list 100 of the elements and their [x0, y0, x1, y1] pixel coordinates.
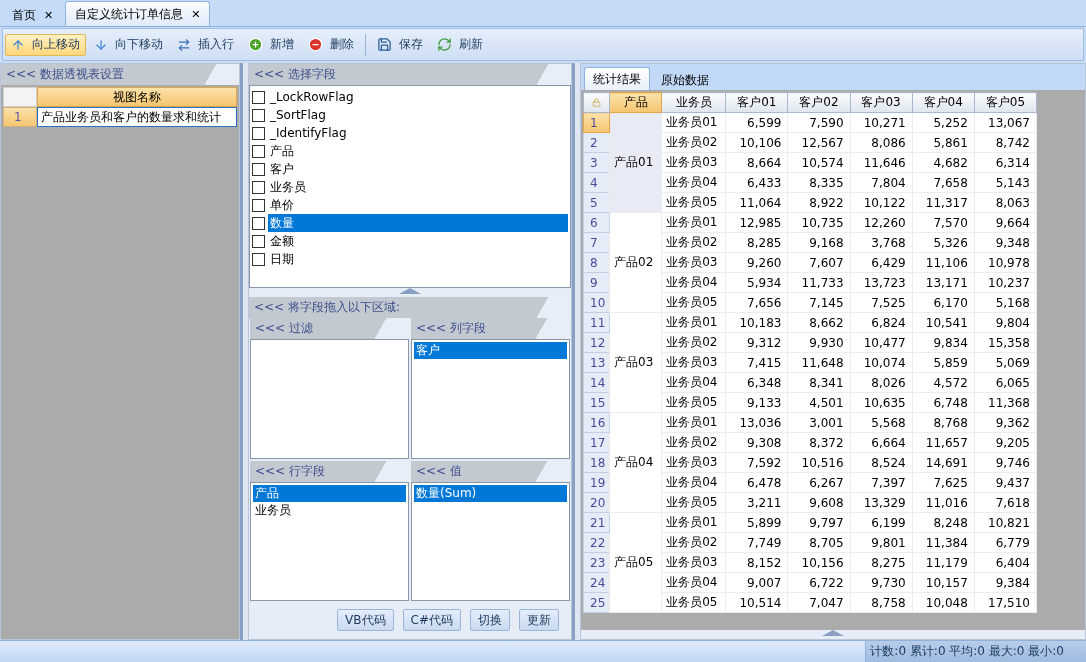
- toolbar-button[interactable]: 向下移动: [88, 33, 169, 56]
- drop-zone[interactable]: 客户: [411, 339, 570, 459]
- table-cell: 业务员02: [661, 132, 726, 153]
- table-cell: 5,069: [974, 352, 1037, 373]
- row-number[interactable]: 12: [583, 332, 610, 353]
- table-cell: 业务员05: [661, 192, 726, 213]
- checkbox[interactable]: [252, 180, 265, 194]
- row-number[interactable]: 2: [583, 132, 610, 153]
- field-item[interactable]: _SortFlag: [268, 106, 568, 124]
- action-button[interactable]: 切换: [470, 609, 510, 631]
- table-cell: 10,122: [850, 192, 913, 213]
- field-item[interactable]: _LockRowFlag: [268, 88, 568, 106]
- zone-item[interactable]: 产品: [253, 484, 406, 502]
- row-number[interactable]: 3: [583, 152, 610, 173]
- document-tab[interactable]: 自定义统计订单信息 ✕: [65, 1, 211, 26]
- table-cell: 4,501: [787, 392, 851, 413]
- field-item[interactable]: 客户: [268, 160, 568, 178]
- result-tab[interactable]: 原始数据: [652, 69, 718, 90]
- row-number[interactable]: 13: [583, 352, 610, 373]
- toolbar-button[interactable]: 保存: [371, 33, 429, 56]
- table-cell: 8,662: [787, 312, 851, 333]
- row-number[interactable]: 21: [583, 512, 610, 533]
- field-item[interactable]: 业务员: [268, 178, 568, 196]
- table-cell: 6,429: [850, 252, 913, 273]
- product-cell: 产品05: [609, 512, 662, 613]
- field-item[interactable]: 产品: [268, 142, 568, 160]
- row-number[interactable]: 1: [583, 112, 610, 133]
- row-number[interactable]: 7: [583, 232, 610, 253]
- table-cell: 10,574: [787, 152, 851, 173]
- grid-corner: [3, 87, 37, 107]
- checkbox[interactable]: [252, 252, 265, 266]
- column-header[interactable]: 客户01: [725, 92, 788, 113]
- zone-item[interactable]: 客户: [414, 342, 567, 359]
- row-number[interactable]: 24: [583, 572, 610, 593]
- checkbox[interactable]: [252, 126, 265, 140]
- toolbar-button[interactable]: 删除: [302, 33, 360, 56]
- column-header[interactable]: 客户02: [787, 92, 851, 113]
- column-header[interactable]: 客户04: [912, 92, 975, 113]
- checkbox[interactable]: [252, 144, 265, 158]
- column-header[interactable]: 产品: [609, 92, 662, 113]
- row-number[interactable]: 22: [583, 532, 610, 553]
- row-number[interactable]: 18: [583, 452, 610, 473]
- field-item[interactable]: 日期: [268, 250, 568, 268]
- toolbar-button[interactable]: 刷新: [431, 33, 489, 56]
- field-item[interactable]: _IdentifyFlag: [268, 124, 568, 142]
- row-number[interactable]: 14: [583, 372, 610, 393]
- table-cell: 9,007: [725, 572, 788, 593]
- row-number[interactable]: 11: [583, 312, 610, 333]
- close-icon[interactable]: ✕: [191, 7, 201, 21]
- column-header[interactable]: 客户05: [974, 92, 1037, 113]
- table-cell: 11,646: [850, 152, 913, 173]
- table-cell: 7,607: [787, 252, 851, 273]
- row-number[interactable]: 15: [583, 392, 610, 413]
- row-number[interactable]: 20: [583, 492, 610, 513]
- row-number[interactable]: 10: [583, 292, 610, 313]
- document-tab[interactable]: 首页 ✕: [2, 3, 64, 26]
- row-number[interactable]: 1: [3, 107, 37, 127]
- toolbar-button[interactable]: 插入行: [171, 33, 240, 56]
- zone-item[interactable]: 业务员: [253, 501, 406, 519]
- table-cell: 10,183: [725, 312, 788, 333]
- row-number[interactable]: 16: [583, 412, 610, 433]
- row-number[interactable]: 17: [583, 432, 610, 453]
- row-number[interactable]: 6: [583, 212, 610, 233]
- zone-item[interactable]: 数量(Sum): [414, 484, 567, 502]
- toolbar-button[interactable]: 向上移动: [5, 33, 86, 56]
- checkbox[interactable]: [252, 90, 265, 104]
- drop-zone[interactable]: 数量(Sum): [411, 481, 570, 601]
- table-cell: 9,260: [725, 252, 788, 273]
- column-header[interactable]: 业务员: [661, 92, 726, 113]
- view-name-field[interactable]: 产品业务员和客户的数量求和统计: [37, 107, 237, 127]
- close-icon[interactable]: ✕: [44, 8, 54, 22]
- result-tab[interactable]: 统计结果: [584, 67, 650, 90]
- table-cell: 9,362: [974, 412, 1037, 433]
- action-button[interactable]: 更新: [519, 609, 559, 631]
- checkbox[interactable]: [252, 108, 265, 122]
- row-number[interactable]: 19: [583, 472, 610, 493]
- row-number[interactable]: 23: [583, 552, 610, 573]
- field-item[interactable]: 单价: [268, 196, 568, 214]
- checkbox[interactable]: [252, 216, 265, 230]
- checkbox[interactable]: [252, 198, 265, 212]
- row-number[interactable]: 9: [583, 272, 610, 293]
- table-cell: 3,768: [850, 232, 913, 253]
- table-cell: 9,348: [974, 232, 1037, 253]
- drop-zone[interactable]: [250, 339, 409, 459]
- table-cell: 业务员03: [661, 352, 726, 373]
- checkbox[interactable]: [252, 234, 265, 248]
- checkbox[interactable]: [252, 162, 265, 176]
- field-item[interactable]: 金额: [268, 232, 568, 250]
- row-number[interactable]: 8: [583, 252, 610, 273]
- table-cell: 7,525: [850, 292, 913, 313]
- row-number[interactable]: 5: [583, 192, 610, 213]
- row-number[interactable]: 25: [583, 592, 610, 613]
- row-number[interactable]: 4: [583, 172, 610, 193]
- column-header[interactable]: 视图名称: [37, 87, 237, 107]
- drop-zone[interactable]: 产品 业务员: [250, 481, 409, 601]
- field-item[interactable]: 数量: [268, 214, 568, 232]
- action-button[interactable]: C#代码: [402, 609, 461, 631]
- toolbar-button[interactable]: 新增: [242, 33, 300, 56]
- column-header[interactable]: 客户03: [850, 92, 913, 113]
- action-button[interactable]: VB代码: [337, 609, 394, 631]
